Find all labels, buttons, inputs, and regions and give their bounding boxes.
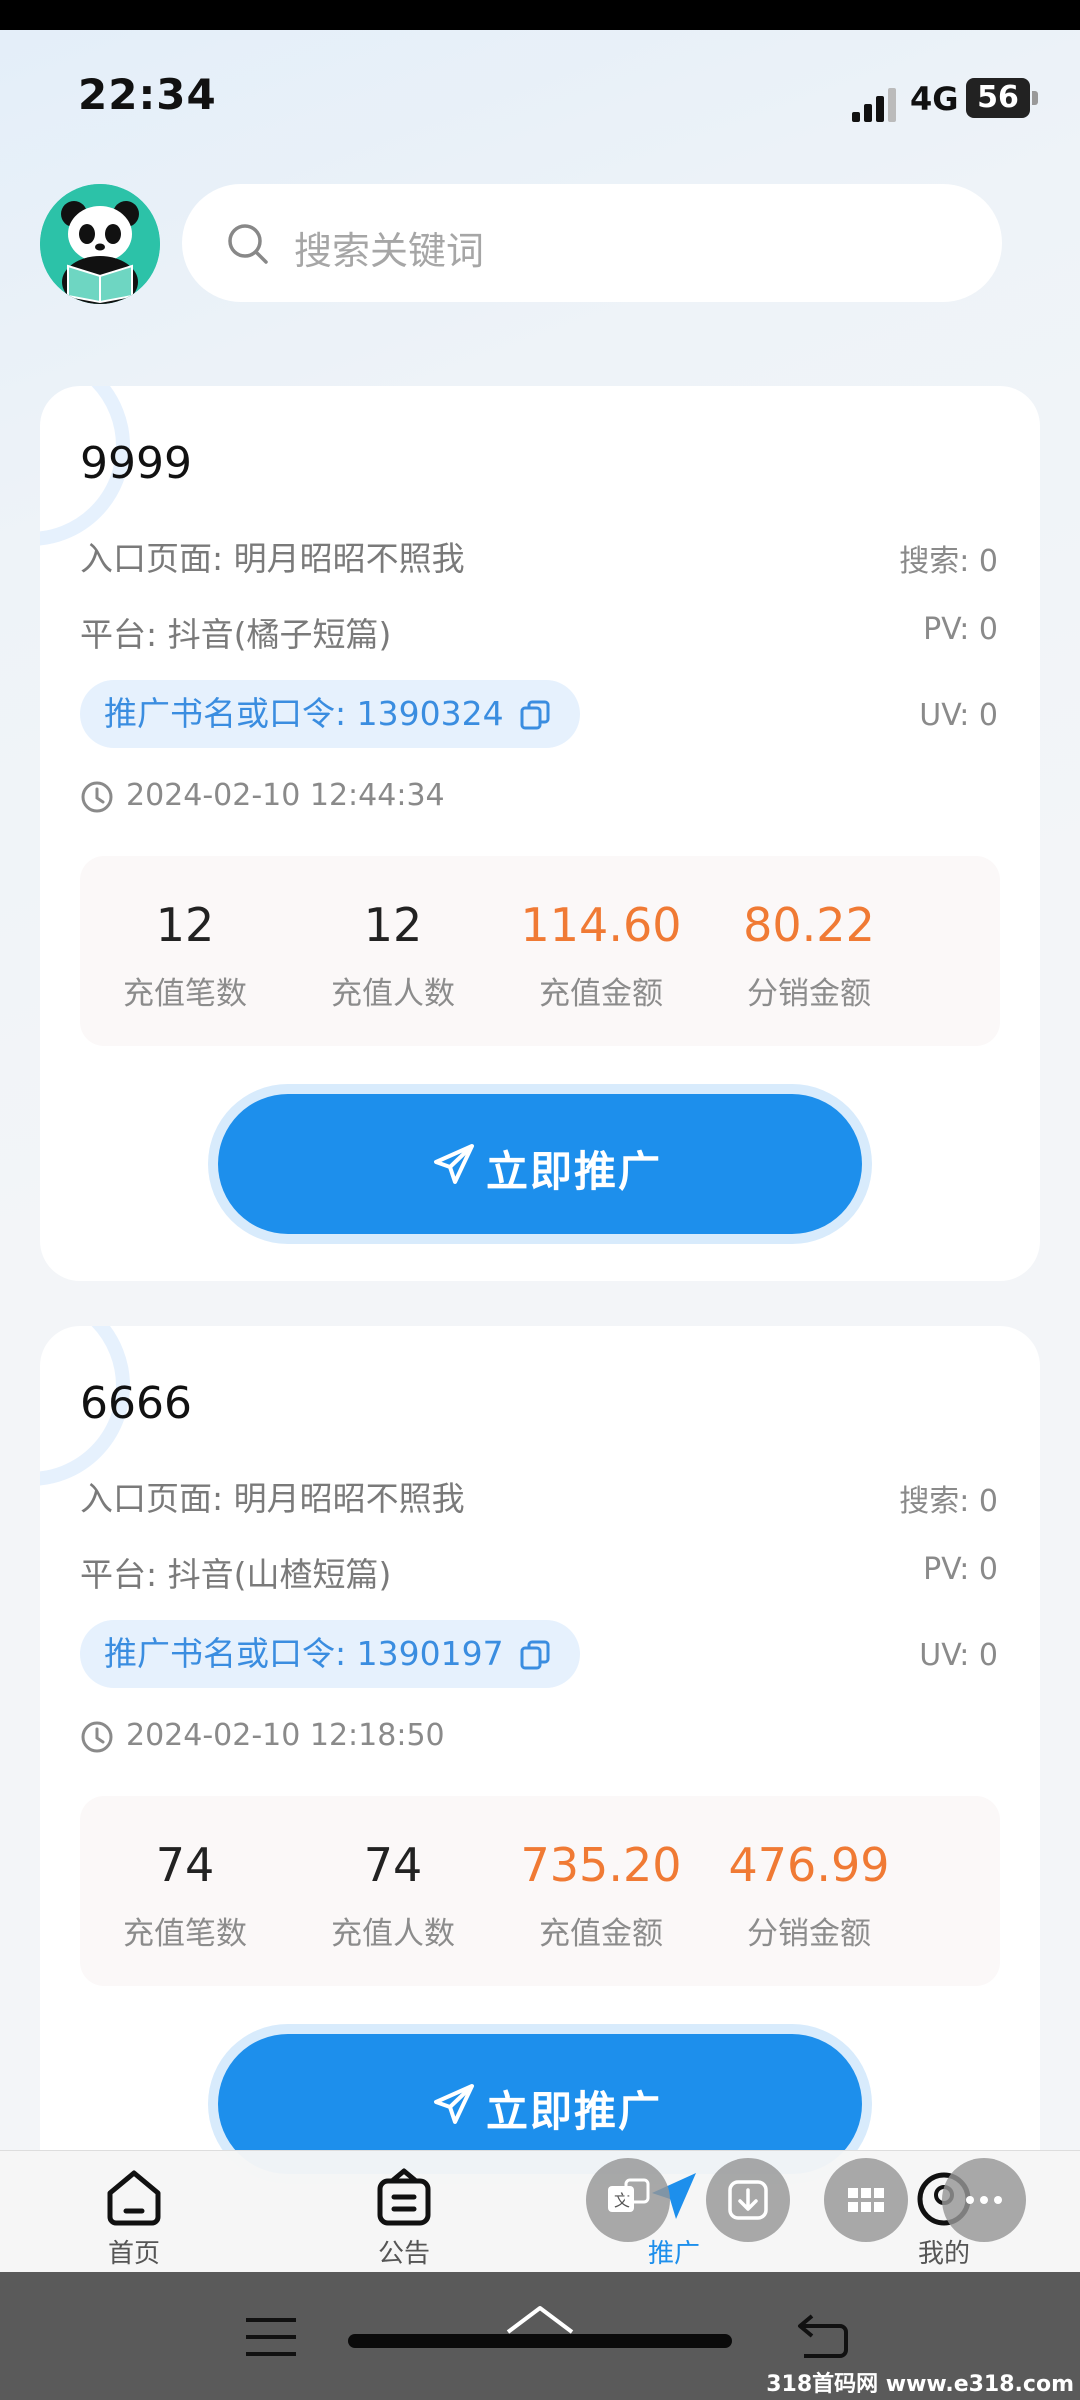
panda-avatar-icon (40, 184, 160, 304)
apps-grid-icon (848, 2188, 884, 2212)
stats-panel: 12 充值笔数 12 充值人数 114.60 充值金额 80.22 分销金额 (80, 856, 1000, 1046)
send-icon (434, 1144, 474, 1184)
promote-button-label: 立即推广 (486, 2087, 663, 2136)
apps-button[interactable] (824, 2158, 908, 2242)
bottom-tab-bar: 首页 公告 推广 我的 (0, 2150, 1080, 2272)
download-icon (728, 2180, 768, 2220)
stat-value: 74 (363, 1838, 423, 1892)
promo-card: 6666 入口页面: 明月昭昭不照我 搜索: 0 平台: 抖音(山楂短篇) PV… (40, 1326, 1040, 2221)
search-placeholder: 搜索关键词 (294, 229, 485, 273)
datetime-text: 2024-02-10 12:44:34 (126, 778, 445, 813)
translate-icon: 文 (608, 2178, 650, 2212)
stat-value: 12 (155, 898, 215, 952)
card-title: 6666 (80, 1378, 192, 1429)
promo-code-text: 推广书名或口令: 1390324 (104, 694, 504, 733)
promo-code-pill[interactable]: 推广书名或口令: 1390324 (80, 680, 580, 748)
card-title: 9999 (80, 438, 192, 489)
promo-code-pill[interactable]: 推广书名或口令: 1390197 (80, 1620, 580, 1688)
tab-label: 首页 (107, 2239, 160, 2269)
tab-home[interactable]: 首页 (64, 2165, 204, 2271)
stat-value: 12 (363, 898, 423, 952)
promote-button-wrap: 立即推广 (208, 1084, 872, 1244)
status-bar: 22:34 4G 56 (0, 30, 1080, 160)
entry-page-text: 入口页面: 明月昭昭不照我 (80, 1479, 465, 1518)
copy-icon[interactable] (520, 700, 550, 730)
watermark: 318首码网 www.e318.com (766, 2372, 1074, 2397)
home-icon (107, 2170, 161, 2226)
download-button[interactable] (706, 2158, 790, 2242)
clock-icon (81, 1721, 113, 1753)
top-black-bar (0, 0, 1080, 30)
more-button[interactable] (942, 2158, 1026, 2242)
system-nav-bar: 318首码网 www.e318.com (0, 2272, 1080, 2400)
avatar[interactable] (40, 184, 160, 304)
stat-label: 充值金额 (539, 976, 663, 1012)
stat-value: 74 (155, 1838, 215, 1892)
uv-count: UV: 0 (919, 1638, 998, 1673)
search-count: 搜索: 0 (899, 1484, 998, 1519)
translate-button[interactable]: 文 (586, 2158, 670, 2242)
clock-icon (81, 781, 113, 813)
stat-value: 80.22 (743, 898, 875, 952)
stat-label: 充值人数 (331, 976, 455, 1012)
promo-code-text: 推广书名或口令: 1390197 (104, 1634, 504, 1673)
search-count: 搜索: 0 (899, 544, 998, 579)
stat-label: 分销金额 (747, 1916, 871, 1952)
pv-count: PV: 0 (923, 1552, 998, 1587)
copy-icon[interactable] (520, 1640, 550, 1670)
status-time: 22:34 (78, 70, 217, 119)
back-icon[interactable] (796, 2312, 850, 2360)
pv-count: PV: 0 (923, 612, 998, 647)
home-nav-icon[interactable] (504, 2302, 576, 2342)
send-icon (434, 2084, 474, 2124)
stat-label: 分销金额 (747, 976, 871, 1012)
search-icon (228, 224, 268, 264)
promo-card: 9999 入口页面: 明月昭昭不照我 搜索: 0 平台: 抖音(橘子短篇) PV… (40, 386, 1040, 1281)
battery-icon: 56 (966, 78, 1038, 118)
stat-label: 充值笔数 (123, 1916, 247, 1952)
menu-icon[interactable] (244, 2316, 298, 2358)
notice-icon (377, 2168, 431, 2226)
stat-label: 充值金额 (539, 1916, 663, 1952)
entry-page-text: 入口页面: 明月昭昭不照我 (80, 539, 465, 578)
network-type: 4G (910, 80, 959, 118)
signal-icon (852, 88, 896, 122)
stat-value: 476.99 (728, 1838, 890, 1892)
tab-label: 公告 (377, 2239, 430, 2269)
promote-button-label: 立即推广 (486, 1147, 663, 1196)
datetime-text: 2024-02-10 12:18:50 (126, 1718, 445, 1753)
more-icon (966, 2196, 1002, 2204)
promote-button[interactable]: 立即推广 (218, 1094, 862, 1234)
stat-value: 735.20 (520, 1838, 682, 1892)
search-input[interactable]: 搜索关键词 (182, 184, 1002, 302)
tab-notice[interactable]: 公告 (334, 2165, 474, 2271)
stats-panel: 74 充值笔数 74 充值人数 735.20 充值金额 476.99 分销金额 (80, 1796, 1000, 1986)
stat-label: 充值笔数 (123, 976, 247, 1012)
stat-label: 充值人数 (331, 1916, 455, 1952)
platform-text: 平台: 抖音(橘子短篇) (80, 615, 392, 654)
stat-value: 114.60 (520, 898, 682, 952)
uv-count: UV: 0 (919, 698, 998, 733)
platform-text: 平台: 抖音(山楂短篇) (80, 1555, 392, 1594)
